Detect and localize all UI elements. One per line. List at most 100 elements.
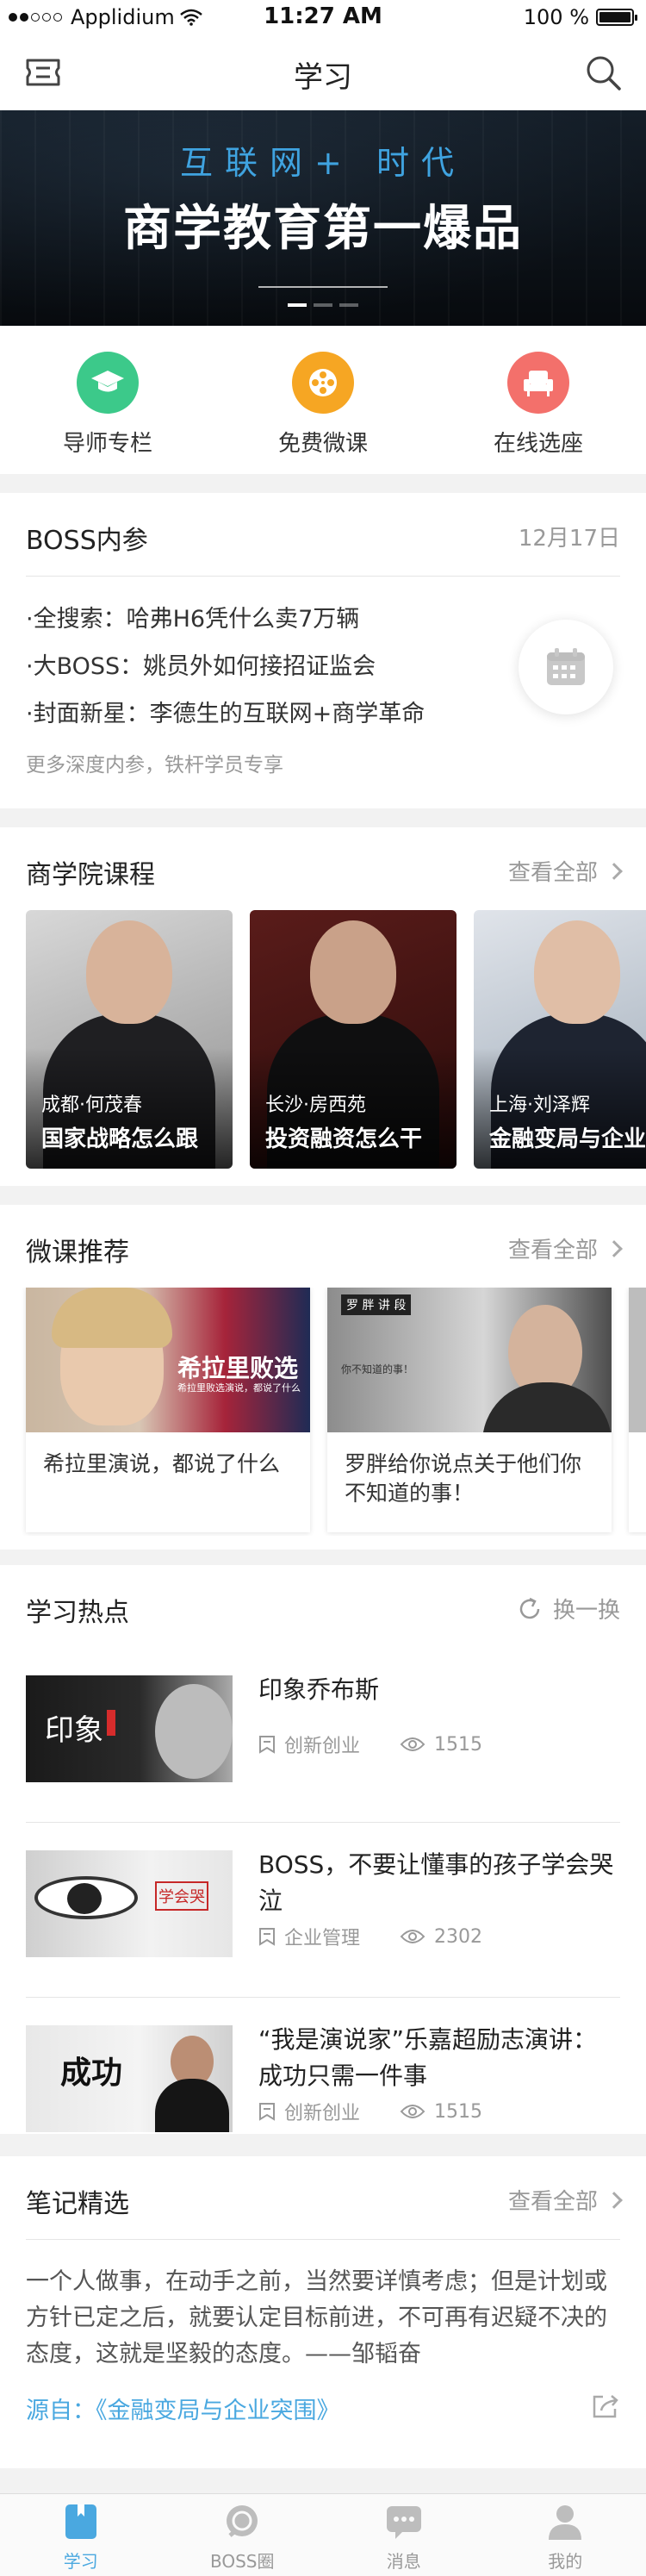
- hot-thumbnail: 成功: [26, 2025, 233, 2132]
- pager-dot[interactable]: [288, 303, 307, 307]
- refresh-button[interactable]: 换一换: [517, 1593, 620, 1625]
- view-all-label: 查看全部: [507, 860, 598, 886]
- hot-meta: 创新创业 1515: [258, 1731, 482, 1758]
- section-title: 学习热点: [26, 1598, 129, 1628]
- chat-bubble-icon: [227, 2505, 258, 2537]
- thumbnail-text: 罗 胖 讲 段: [341, 1294, 412, 1315]
- hot-thumbnail: 学会哭: [26, 1850, 233, 1957]
- section-title: BOSS内参: [26, 526, 148, 556]
- hot-section: 学习热点 换一换 印象 印象乔布斯 创新创业 1515 学会哭 BOSS，不要让…: [0, 1565, 646, 2134]
- section-title: 笔记精选: [26, 2189, 129, 2219]
- thumbnail-text: 成功: [60, 2055, 123, 2091]
- view-all-label: 查看全部: [507, 1238, 598, 1263]
- view-all-link[interactable]: 查看全部: [507, 1232, 623, 1264]
- hot-title: BOSS，不要让懂事的孩子学会哭泣: [258, 1850, 614, 1915]
- hot-title: 印象乔布斯: [258, 1675, 380, 1704]
- hot-item[interactable]: 印象 印象乔布斯 创新创业 1515: [0, 1648, 646, 1822]
- micro-thumbnail: 罗 胖 讲 段 你不知道的事！: [327, 1288, 612, 1432]
- hot-views: 1515: [434, 2100, 483, 2123]
- micro-caption: 希拉里演说，都说了什么: [43, 1451, 281, 1476]
- hot-category: 创新创业: [284, 1736, 361, 1757]
- boss-footer: 更多深度内参，铁杆学员专享: [26, 754, 283, 777]
- course-photo: [534, 920, 620, 1024]
- micro-card[interactable]: 罗 胖 讲 段 你不知道的事！ 罗胖给你说点关于他们你不知道的事！: [327, 1288, 612, 1532]
- hot-views: 1515: [434, 1733, 483, 1756]
- hot-meta: 企业管理 2302: [258, 1923, 482, 1950]
- course-photo: [86, 920, 172, 1024]
- micro-section: 微课推荐 查看全部 希拉里败选 希拉里败选演说，都说了什么 希拉里演说，都说了什…: [0, 1205, 646, 1550]
- search-icon[interactable]: [584, 53, 622, 91]
- quick-entry-mentor[interactable]: 导师专栏: [0, 326, 215, 474]
- quick-entry-label: 在线选座: [493, 431, 583, 457]
- course-card[interactable]: 成都·何茂春 国家战略怎么跟: [26, 910, 233, 1169]
- tab-label: 学习: [63, 2551, 98, 2572]
- hot-thumbnail: 印象: [26, 1675, 233, 1782]
- hot-views: 2302: [434, 1925, 483, 1948]
- note-source-link[interactable]: 源自：《金融变局与企业突围》: [26, 2392, 340, 2425]
- graduation-cap-icon: [77, 352, 139, 414]
- section-header: 笔记精选 查看全部: [0, 2156, 646, 2239]
- tab-messages[interactable]: 消息: [323, 2494, 485, 2576]
- thumbnail-subtext: 你不知道的事！: [341, 1363, 414, 1375]
- battery-percent: 100 %: [523, 5, 589, 29]
- nav-bar: 学习: [0, 34, 646, 110]
- message-icon: [386, 2506, 421, 2539]
- section-header: 微课推荐 查看全部: [0, 1205, 646, 1288]
- banner-subtitle: 互联网+ 时代: [180, 144, 466, 182]
- tab-boss-circle[interactable]: BOSS圈: [162, 2494, 324, 2576]
- section-header: BOSS内参 12月17日: [0, 493, 646, 576]
- tab-study[interactable]: 学习: [0, 2494, 162, 2576]
- course-card[interactable]: 长沙·房西苑 投资融资怎么干: [250, 910, 457, 1169]
- view-all-link[interactable]: 查看全部: [508, 2184, 623, 2216]
- hot-item[interactable]: 成功 “我是演说家”乐嘉超励志演讲：成功只需一件事 创新创业 1515: [0, 1998, 646, 2172]
- micro-card[interactable]: 希拉里败选 希拉里败选演说，都说了什么 希拉里演说，都说了什么: [26, 1288, 310, 1532]
- boss-date: 12月17日: [518, 526, 620, 552]
- course-photo: [310, 920, 396, 1024]
- quick-entries: 导师专栏 免费微课 在线选座: [0, 326, 646, 474]
- view-all-link[interactable]: 查看全部: [507, 855, 623, 887]
- thumbnail-subtext: 希拉里败选演说，都说了什么: [177, 1382, 301, 1394]
- hot-item[interactable]: 学会哭 BOSS，不要让懂事的孩子学会哭泣 企业管理 2302: [0, 1823, 646, 1997]
- banner-divider: [258, 286, 388, 288]
- calendar-button[interactable]: [519, 620, 613, 714]
- micro-card[interactable]: [629, 1288, 646, 1532]
- bookmark-icon: [259, 1928, 275, 1946]
- quick-entry-label: 免费微课: [277, 431, 368, 457]
- boss-list: ·全搜索：哈弗H6凭什么卖7万辆 ·大BOSS：姚员外如何接招证监会 ·封面新星…: [0, 577, 646, 777]
- battery-icon: [596, 9, 637, 26]
- course-instructor: 上海·刘泽辉: [489, 1095, 590, 1116]
- section-title: 商学院课程: [26, 860, 155, 890]
- bookmark-icon: [259, 2103, 275, 2121]
- person-icon: [549, 2505, 582, 2540]
- micro-caption: 罗胖给你说点关于他们你不知道的事！: [345, 1451, 582, 1506]
- banner-pager[interactable]: [0, 303, 646, 307]
- hot-category: 创新创业: [284, 2103, 361, 2124]
- course-card[interactable]: 上海·刘泽辉 金融变局与企业突围: [474, 910, 646, 1169]
- tab-me[interactable]: 我的: [485, 2494, 646, 2576]
- micro-carousel[interactable]: 希拉里败选 希拉里败选演说，都说了什么 希拉里演说，都说了什么 罗 胖 讲 段 …: [0, 1288, 646, 1536]
- micro-thumbnail: 希拉里败选 希拉里败选演说，都说了什么: [26, 1288, 310, 1432]
- bookmark-icon: [259, 1736, 275, 1754]
- course-carousel[interactable]: 成都·何茂春 国家战略怎么跟 长沙·房西苑 投资融资怎么干 上海·刘泽辉 金融变…: [0, 910, 646, 1172]
- hot-meta: 创新创业 1515: [258, 2098, 482, 2125]
- section-header: 学习热点 换一换: [0, 1565, 646, 1648]
- quick-entry-free-course[interactable]: 免费微课: [215, 326, 431, 474]
- book-icon: [65, 2504, 96, 2539]
- tab-label: 消息: [386, 2551, 421, 2572]
- pager-dot[interactable]: [339, 303, 358, 307]
- hot-title: “我是演说家”乐嘉超励志演讲：成功只需一件事: [258, 2025, 598, 2090]
- section-title: 微课推荐: [26, 1238, 129, 1268]
- eye-icon: [400, 1930, 425, 1943]
- promo-banner[interactable]: 互联网+ 时代 商学教育第一爆品: [0, 110, 646, 326]
- tab-label: BOSS圈: [209, 2551, 275, 2572]
- courses-section: 商学院课程 查看全部 成都·何茂春 国家战略怎么跟 长沙·房西苑 投资融资怎么干…: [0, 827, 646, 1186]
- film-reel-icon: [292, 352, 354, 414]
- quick-entry-seat[interactable]: 在线选座: [431, 326, 646, 474]
- share-icon[interactable]: [591, 2393, 620, 2419]
- pager-dot[interactable]: [314, 303, 332, 307]
- quick-entry-label: 导师专栏: [62, 431, 152, 457]
- battery-indicator: 100 %: [523, 5, 637, 29]
- page-title: 学习: [294, 60, 352, 95]
- eye-icon: [400, 2105, 425, 2118]
- refresh-label: 换一换: [552, 1598, 620, 1624]
